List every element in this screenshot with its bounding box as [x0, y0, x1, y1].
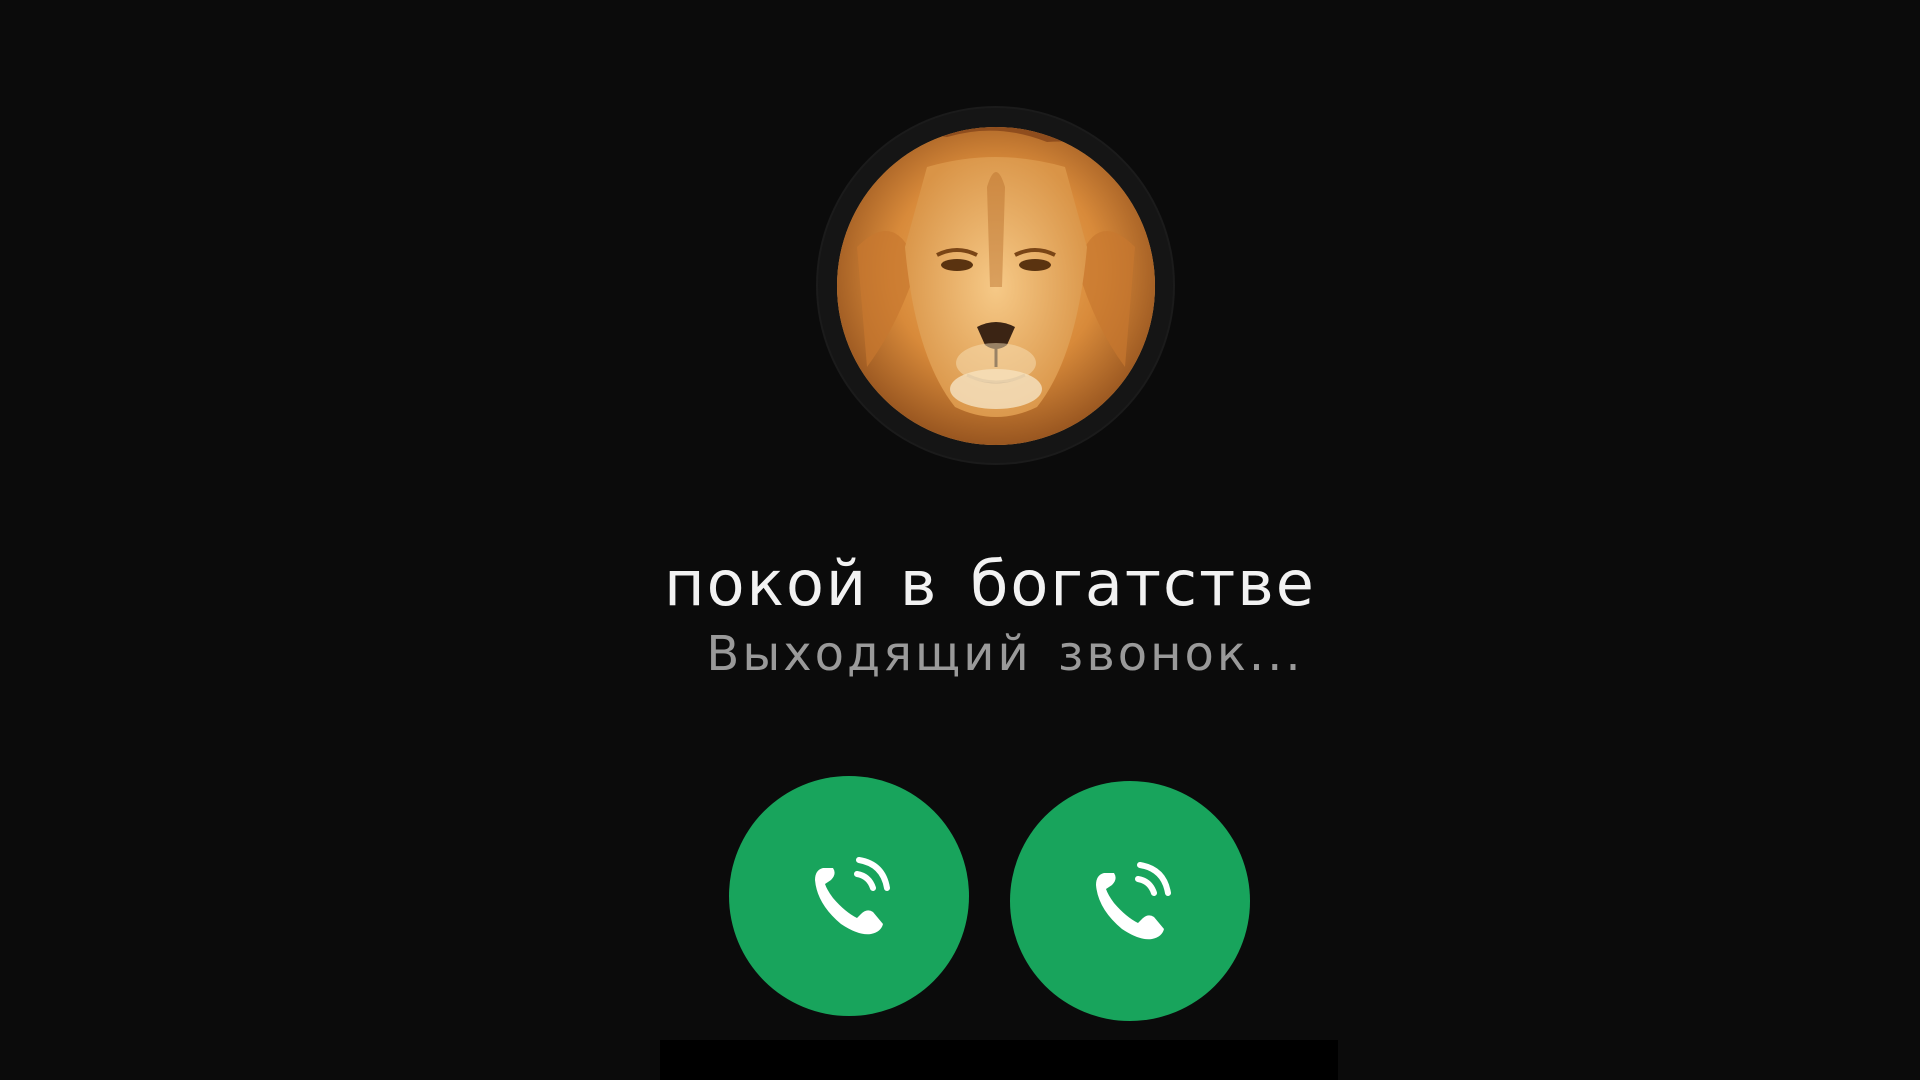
- call-button-right[interactable]: [1010, 781, 1250, 1021]
- lion-face-image: [837, 127, 1155, 445]
- call-status: Выходящий звонок...: [706, 626, 1304, 682]
- avatar: [837, 127, 1155, 445]
- bottom-bar: [660, 1040, 1338, 1080]
- contact-name: покой в богатстве: [664, 547, 1316, 620]
- call-button-left[interactable]: [729, 776, 969, 1016]
- call-screen: покой в богатстве Выходящий звонок...: [0, 0, 1920, 1080]
- phone-call-icon: [1082, 853, 1178, 949]
- phone-call-icon: [801, 848, 897, 944]
